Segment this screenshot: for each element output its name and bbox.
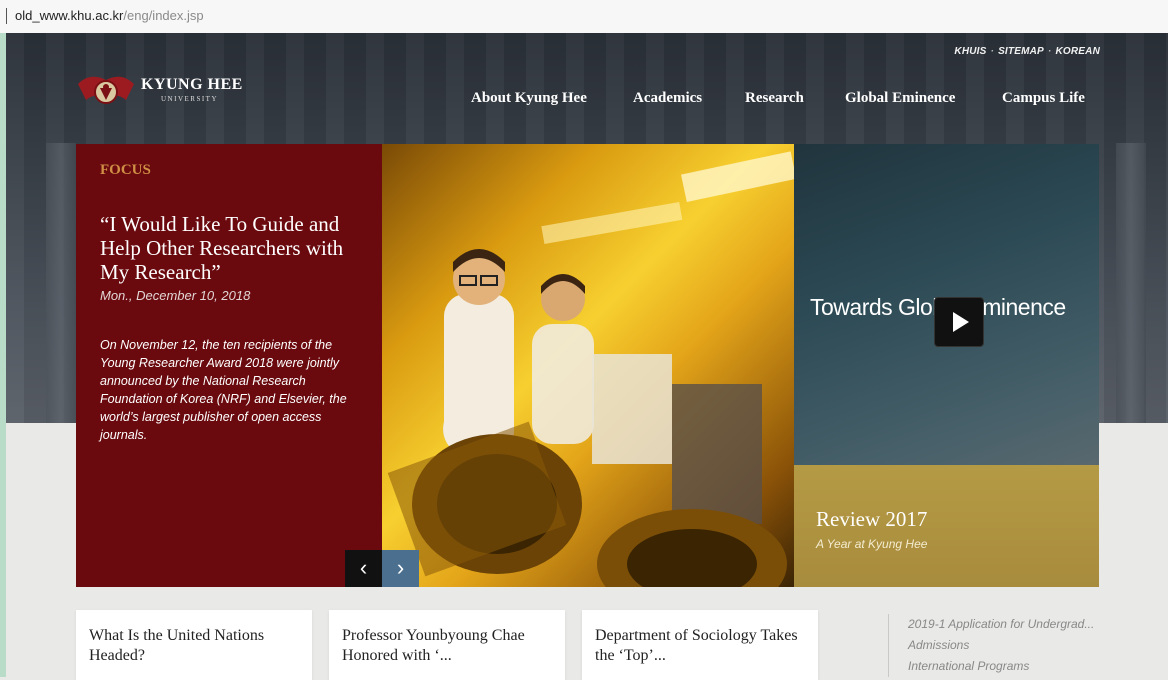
utility-links: KHUIS · SITEMAP · KOREAN [954,46,1100,57]
url-host: old_www.khu.ac.kr [15,8,124,23]
background-column [1116,143,1146,423]
review-subtitle: A Year at Kyung Hee [816,537,928,551]
lab-photo-illustration [387,151,794,587]
browser-url-bar[interactable]: old_www.khu.ac.kr/eng/index.jsp [0,0,1168,34]
link-korean[interactable]: KOREAN [1055,46,1100,57]
news-title: Professor Younbyoung Chae Honored with ‘… [342,627,525,664]
crest-icon [78,76,134,104]
quick-link-international[interactable]: International Programs [908,656,1094,677]
focus-photo[interactable] [382,144,794,587]
video-panel[interactable]: Towards Global Eminence [794,144,1099,465]
nav-about[interactable]: About Kyung Hee [471,90,587,107]
focus-body: On November 12, the ten recipients of th… [100,338,347,442]
news-card[interactable]: Professor Younbyoung Chae Honored with ‘… [329,610,565,680]
quick-link-admissions[interactable]: Admissions [908,635,1094,656]
news-card[interactable]: What Is the United Nations Headed? [76,610,312,680]
logo-name: KYUNG HEE [141,76,243,93]
text-caret [6,8,7,24]
nav-research[interactable]: Research [745,90,804,107]
focus-title[interactable]: “I Would Like To Guide and Help Other Re… [100,212,370,284]
review-title: Review 2017 [816,507,928,531]
nav-global-eminence[interactable]: Global Eminence [845,90,955,107]
url-text[interactable]: old_www.khu.ac.kr/eng/index.jsp [15,8,204,23]
quick-links: 2019-1 Application for Undergrad... Admi… [888,614,1094,677]
chevron-left-icon[interactable]: ‹ [345,550,382,587]
news-card[interactable]: Department of Sociology Takes the ‘Top’.… [582,610,818,680]
quick-link-application[interactable]: 2019-1 Application for Undergrad... [908,614,1094,635]
url-path: /eng/index.jsp [123,8,204,23]
link-khuis[interactable]: KHUIS [954,46,986,57]
university-logo[interactable]: KYUNG HEE UNIVERSITY [76,70,256,114]
logo-sub: UNIVERSITY [161,95,218,103]
background-column [46,143,76,423]
focus-panel[interactable]: FOCUS “I Would Like To Guide and Help Ot… [76,144,382,587]
play-icon[interactable] [934,297,984,347]
chevron-right-icon[interactable]: › [382,550,419,587]
focus-date: Mon., December 10, 2018 [100,288,251,303]
nav-academics[interactable]: Academics [633,90,702,107]
carousel-arrows: ‹ › [345,550,419,587]
link-sitemap[interactable]: SITEMAP [998,46,1044,57]
nav-campus-life[interactable]: Campus Life [1002,90,1085,107]
news-title: Department of Sociology Takes the ‘Top’.… [595,627,798,664]
focus-kicker: FOCUS [100,162,151,178]
news-title: What Is the United Nations Headed? [89,627,265,664]
review-panel[interactable]: Review 2017 A Year at Kyung Hee [794,465,1099,587]
